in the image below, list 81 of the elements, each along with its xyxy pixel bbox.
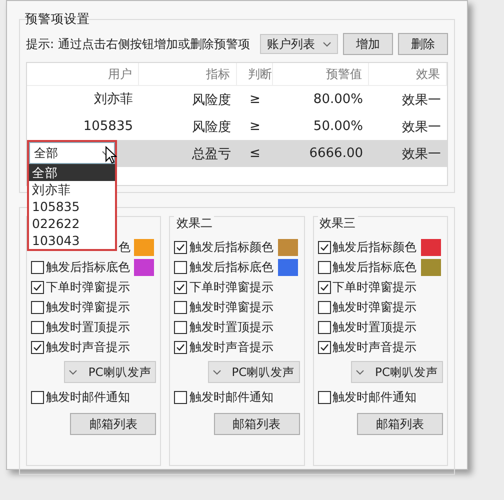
option-checkbox[interactable]: 触发时声音提示 [318, 338, 417, 356]
table-cell-text: ≥ [248, 92, 262, 107]
color-swatch[interactable] [420, 258, 441, 276]
effect-title: 效果二 [174, 215, 214, 232]
option-checkbox[interactable]: 触发时邮件通知 [318, 388, 417, 406]
option-checkbox[interactable]: 下单时弹窗提示 [174, 278, 274, 296]
option-checkbox[interactable]: 触发时弹窗提示 [31, 298, 130, 316]
caret-icon [69, 370, 78, 374]
option-checkbox[interactable]: 触发后指标底色 [31, 258, 130, 276]
option-checkbox[interactable]: 触发后指标底色 [318, 258, 417, 276]
check-icon [176, 342, 186, 352]
table-cell-text: 总盈亏 [191, 146, 232, 162]
table-cell-text: 6666.00 [308, 146, 364, 161]
column-header[interactable]: 判断 [237, 63, 273, 85]
mail-list-button[interactable]: 邮箱列表 [70, 413, 156, 435]
option-checkbox[interactable]: 触发时弹窗提示 [174, 298, 274, 316]
color-swatch[interactable] [134, 258, 154, 276]
mouse-cursor-icon [105, 146, 117, 164]
option-checkbox[interactable]: 触发时弹窗提示 [318, 298, 417, 316]
check-icon [320, 342, 329, 352]
table-cell-text: 风险度 [191, 118, 232, 136]
option-checkbox[interactable]: 触发后指标颜色 [318, 238, 417, 256]
option-checkbox[interactable]: 触发时置顶提示 [318, 318, 417, 336]
sound-select[interactable]: PC喇叭发声 [208, 361, 300, 383]
check-icon [176, 242, 186, 252]
table-cell-text: 效果一 [401, 118, 442, 136]
table-cell-text: 效果一 [401, 92, 442, 108]
option-checkbox[interactable]: 触发时邮件通知 [174, 388, 274, 406]
column-header[interactable]: 预警值 [273, 63, 369, 85]
check-icon [176, 282, 186, 292]
color-swatch[interactable] [278, 238, 298, 256]
caret-icon [356, 370, 364, 374]
dropdown-option[interactable]: 刘亦菲 [29, 181, 115, 198]
option-checkbox[interactable]: 触发时声音提示 [174, 338, 274, 356]
table-cell-text: 80.00% [312, 92, 364, 107]
table-cell-text: 风险度 [191, 92, 232, 108]
option-checkbox[interactable]: 触发时置顶提示 [31, 318, 130, 336]
caret-icon [323, 42, 331, 46]
table-cell-text: 105835 [82, 118, 134, 136]
option-checkbox[interactable]: 下单时弹窗提示 [318, 278, 417, 296]
account-select[interactable]: 账户列表 [260, 34, 338, 54]
table-cell-text: 50.00% [312, 119, 364, 134]
table-cell-text: 刘亦菲 [93, 91, 134, 109]
user-select[interactable]: 全部 [29, 142, 115, 164]
group-title: 预警项设置 [25, 11, 90, 26]
add-button[interactable]: 增加 [343, 33, 393, 55]
column-header[interactable]: 指标 [139, 63, 237, 85]
check-icon [33, 342, 42, 352]
color-swatch[interactable] [134, 238, 154, 256]
dropdown-option[interactable]: 022622 [29, 215, 115, 232]
table-cell-text: 效果一 [401, 146, 442, 162]
mail-list-button[interactable]: 邮箱列表 [356, 413, 443, 435]
table-cell-text: ≤ [248, 146, 262, 161]
caret-icon [212, 370, 221, 374]
dropdown-option[interactable]: 103043 [29, 232, 115, 249]
table-row[interactable]: 刘亦菲 风险度 ≥ 80.00% 效果一 [27, 86, 447, 113]
sound-select[interactable]: PC喇叭发声 [350, 361, 443, 383]
check-icon [320, 242, 329, 252]
dropdown-option[interactable]: 105835 [29, 198, 115, 215]
check-icon [33, 282, 42, 292]
option-checkbox[interactable]: 触发时置顶提示 [174, 318, 274, 336]
option-checkbox[interactable]: 触发时声音提示 [31, 338, 130, 356]
option-checkbox[interactable]: 触发后指标颜色 [174, 238, 274, 256]
option-checkbox[interactable]: 下单时弹窗提示 [31, 278, 130, 296]
option-checkbox[interactable]: 触发时邮件通知 [31, 388, 130, 406]
hint-text: 提示: 通过点击右侧按钮增加或删除预警项 [26, 36, 251, 52]
column-header[interactable]: 用户 [27, 63, 139, 85]
effect-title: 效果三 [318, 215, 358, 232]
table-cell-text: ≥ [248, 119, 262, 134]
delete-button[interactable]: 删除 [398, 33, 448, 55]
mail-list-button[interactable]: 邮箱列表 [214, 413, 300, 435]
color-swatch[interactable] [278, 258, 298, 276]
dropdown-option[interactable]: 全部 [29, 164, 115, 181]
sound-select[interactable]: PC喇叭发声 [64, 361, 156, 383]
color-swatch[interactable] [420, 238, 441, 256]
option-checkbox[interactable]: 触发后指标底色 [174, 258, 274, 276]
column-header[interactable]: 效果 [369, 63, 447, 85]
option-label: 色 [118, 238, 130, 256]
user-dropdown[interactable]: 全部 全部 刘亦菲 105835 022622 103043 [27, 140, 117, 251]
check-icon [320, 282, 329, 292]
table-row[interactable]: 105835 风险度 ≥ 50.00% 效果一 [27, 113, 447, 140]
